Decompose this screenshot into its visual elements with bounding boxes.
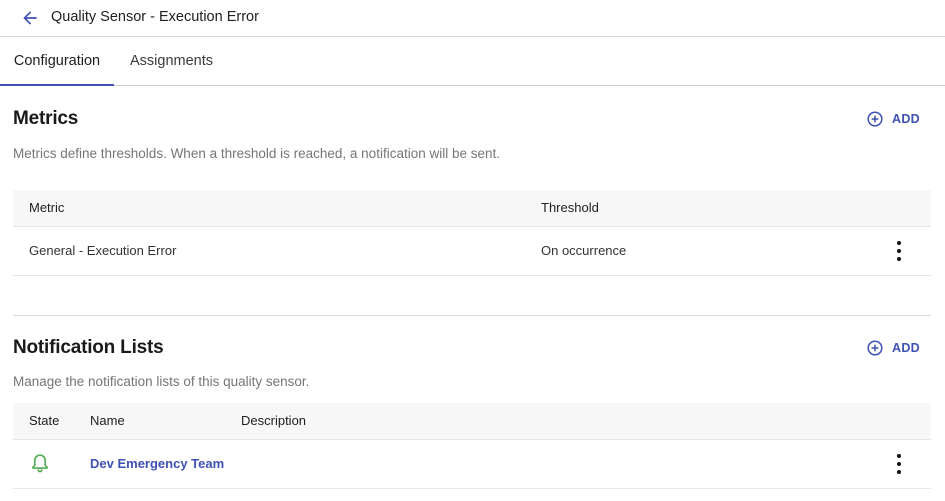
arrow-left-icon xyxy=(23,11,37,25)
metrics-description: Metrics define thresholds. When a thresh… xyxy=(13,146,501,161)
bell-icon xyxy=(32,454,48,473)
metrics-title: Metrics xyxy=(13,108,79,129)
row-menu-button[interactable] xyxy=(887,454,911,474)
column-header-state: State xyxy=(29,413,60,428)
back-button[interactable] xyxy=(20,8,40,28)
tab-configuration[interactable]: Configuration xyxy=(0,37,114,85)
table-header: Metric Threshold xyxy=(13,190,931,227)
more-vert-icon xyxy=(897,454,901,458)
metric-cell: General - Execution Error xyxy=(29,243,177,258)
table-row: General - Execution Error On occurrence xyxy=(13,227,931,276)
state-cell xyxy=(31,453,49,476)
column-header-name: Name xyxy=(90,413,125,428)
add-circle-icon xyxy=(867,111,883,127)
top-bar: Quality Sensor - Execution Error xyxy=(0,0,945,37)
column-header-metric: Metric xyxy=(29,200,65,215)
notification-lists-title: Notification Lists xyxy=(13,337,164,358)
tab-assignments[interactable]: Assignments xyxy=(130,37,213,85)
add-metric-label: ADD xyxy=(892,112,920,126)
tab-bar: Configuration Assignments xyxy=(0,37,945,86)
page-title: Quality Sensor - Execution Error xyxy=(51,9,259,25)
table-row: Dev Emergency Team xyxy=(13,440,931,489)
table-header: State Name Description xyxy=(13,403,931,440)
column-header-description: Description xyxy=(241,413,307,428)
threshold-cell: On occurrence xyxy=(541,243,627,258)
notification-list-name-link[interactable]: Dev Emergency Team xyxy=(90,440,224,488)
add-circle-icon xyxy=(867,340,883,356)
row-menu-button[interactable] xyxy=(887,241,911,261)
column-header-threshold: Threshold xyxy=(541,200,599,215)
add-notification-list-button[interactable]: ADD xyxy=(867,340,920,356)
metrics-section: Metrics ADD Metrics define thresholds. W… xyxy=(0,86,945,316)
notification-lists-table: State Name Description Dev Emergency Tea… xyxy=(13,403,931,489)
add-notification-list-label: ADD xyxy=(892,341,920,355)
add-metric-button[interactable]: ADD xyxy=(867,111,920,127)
notification-lists-description: Manage the notification lists of this qu… xyxy=(13,374,310,389)
notification-lists-section: Notification Lists ADD Manage the notifi… xyxy=(0,316,945,501)
more-vert-icon xyxy=(897,241,901,245)
metrics-table: Metric Threshold General - Execution Err… xyxy=(13,190,931,276)
